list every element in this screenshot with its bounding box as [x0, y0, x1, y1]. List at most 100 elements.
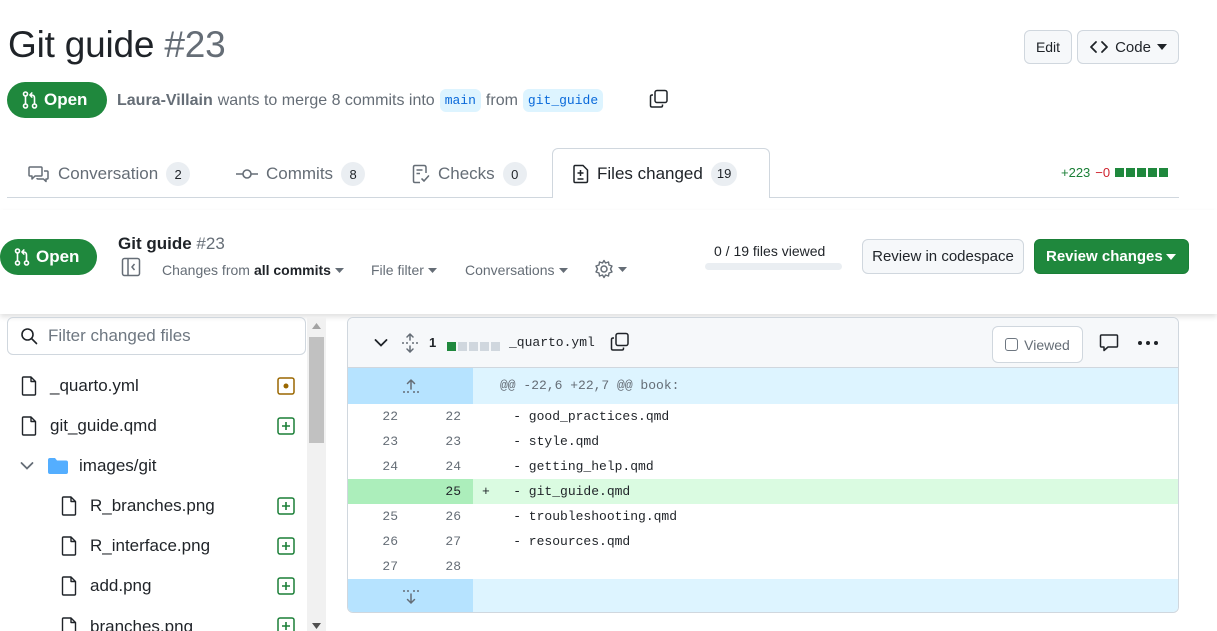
viewed-checkbox[interactable]: Viewed: [992, 326, 1083, 363]
pr-state-label: Open: [44, 90, 88, 109]
old-line-number[interactable]: 23: [358, 429, 398, 454]
conversations-dropdown[interactable]: Conversations: [465, 262, 568, 278]
old-line-number[interactable]: 24: [358, 454, 398, 479]
caret-down-icon: [427, 267, 437, 273]
tab-files-changed[interactable]: Files changed 19: [552, 148, 770, 198]
diff-line: 24 24 - getting_help.qmd: [348, 454, 1178, 479]
caret-down-icon: [334, 267, 344, 273]
diff-file-name[interactable]: _quarto.yml: [509, 335, 595, 350]
tree-item-r-interface-png[interactable]: R_interface.png: [0, 526, 305, 566]
diffstat: +223 −0: [1061, 165, 1170, 180]
file-diff-icon: [573, 164, 589, 183]
new-line-number[interactable]: 24: [421, 454, 461, 479]
comment-discussion-icon: [28, 166, 49, 183]
merge-text: wants to merge 8 commits into: [217, 91, 435, 109]
caret-down-icon: [618, 266, 627, 272]
tab-checks-counter: 0: [502, 162, 527, 186]
new-line-number[interactable]: 23: [421, 429, 461, 454]
old-line-number[interactable]: 22: [358, 404, 398, 429]
code-button[interactable]: Code: [1077, 30, 1179, 64]
tree-item-label: R_branches.png: [90, 496, 215, 515]
viewed-label: Viewed: [1024, 336, 1070, 353]
tree-item-git-guide-qmd[interactable]: git_guide.qmd: [0, 406, 305, 446]
unfold-icon[interactable]: [401, 333, 419, 353]
author-link[interactable]: Laura-Villain: [117, 92, 213, 110]
expand-down-button[interactable]: [348, 579, 473, 612]
file-tree-scroll-thumb[interactable]: [309, 337, 324, 443]
base-branch[interactable]: main: [439, 89, 481, 112]
edit-button-label: Edit: [1035, 39, 1061, 55]
new-line-number[interactable]: 28: [421, 554, 461, 579]
old-line-number[interactable]: [358, 479, 398, 504]
new-line-number[interactable]: 22: [421, 404, 461, 429]
file-added-icon: [277, 617, 295, 631]
new-line-number[interactable]: 25: [421, 479, 461, 504]
copy-icon[interactable]: [610, 332, 630, 352]
filter-files-input[interactable]: [48, 326, 288, 346]
chevron-down-icon[interactable]: [374, 338, 388, 348]
tab-checks[interactable]: Checks 0: [412, 149, 527, 199]
checkbox-box[interactable]: [1005, 338, 1019, 351]
folder-icon: [48, 458, 68, 474]
scroll-up-arrow-icon[interactable]: [312, 323, 321, 329]
code-icon: [1090, 41, 1108, 53]
diff-settings-dropdown[interactable]: [594, 259, 627, 279]
changes-from-value: all commits: [253, 262, 331, 278]
tree-item-branches-png[interactable]: branches.png: [0, 606, 305, 631]
file-added-icon: [277, 497, 295, 515]
old-line-number[interactable]: 27: [358, 554, 398, 579]
fold-up-icon: [402, 378, 419, 393]
diff-line: 26 27 - resources.qmd: [348, 529, 1178, 554]
tab-commits[interactable]: Commits 8: [236, 149, 366, 199]
copy-icon[interactable]: [649, 89, 669, 109]
tree-item-label: add.png: [90, 576, 152, 595]
head-branch[interactable]: git_guide: [522, 89, 604, 112]
additions-count: +223: [1061, 165, 1091, 180]
sidebar-toggle-icon[interactable]: [121, 257, 141, 277]
changes-from-dropdown[interactable]: Changes from all commits: [162, 262, 344, 278]
hunk-header: @@ -22,6 +22,7 @@ book:: [348, 368, 1178, 404]
edit-button[interactable]: Edit: [1024, 30, 1072, 64]
review-changes-button[interactable]: Review changes: [1034, 239, 1189, 274]
tab-commits-label: Commits: [266, 164, 334, 183]
review-changes-label: Review changes: [1046, 248, 1163, 265]
file-modified-icon: [277, 377, 295, 395]
conversations-label: Conversations: [465, 262, 555, 278]
diff-line-added: 25 + - git_guide.qmd: [348, 479, 1178, 504]
scroll-down-arrow-icon[interactable]: [312, 623, 321, 629]
tab-conversation[interactable]: Conversation 2: [28, 149, 191, 199]
old-line-number[interactable]: 26: [358, 529, 398, 554]
file-icon: [61, 496, 77, 516]
file-filter-dropdown[interactable]: File filter: [371, 262, 437, 278]
gear-icon: [595, 259, 613, 279]
pr-title-text: Git guide: [8, 24, 155, 65]
tree-item-add-png[interactable]: add.png: [0, 566, 305, 606]
file-icon: [21, 376, 37, 396]
tree-folder-images-git[interactable]: images/git: [0, 446, 305, 486]
comment-icon[interactable]: [1099, 333, 1119, 353]
files-viewed-count: 0 / 19 files viewed: [714, 243, 826, 259]
diff-line: 23 23 - style.qmd: [348, 429, 1178, 454]
diff-line-code: - style.qmd: [482, 434, 600, 449]
pull-request-icon: [14, 248, 30, 266]
caret-down-icon: [1166, 253, 1176, 260]
sticky-title-text: Git guide: [118, 234, 192, 253]
tree-item-quarto-yml[interactable]: _quarto.yml: [0, 366, 305, 406]
pr-state-badge: Open: [7, 82, 107, 118]
tab-conversation-counter: 2: [166, 162, 191, 186]
old-line-number[interactable]: 25: [358, 504, 398, 529]
pr-title: Git guide #23: [8, 24, 226, 66]
tree-item-r-branches-png[interactable]: R_branches.png: [0, 486, 305, 526]
new-line-number[interactable]: 27: [421, 529, 461, 554]
diff-line-code: - resources.qmd: [482, 534, 631, 549]
tree-item-label: branches.png: [90, 617, 194, 631]
expand-up-button[interactable]: [348, 368, 473, 404]
new-line-number[interactable]: 26: [421, 504, 461, 529]
review-in-codespace-label: Review in codespace: [872, 248, 1014, 265]
diff-line-code: - getting_help.qmd: [482, 459, 654, 474]
filter-files-field[interactable]: [7, 317, 306, 355]
review-in-codespace-button[interactable]: Review in codespace: [862, 239, 1024, 274]
file-added-icon: [277, 537, 295, 555]
diff-line-code: - git_guide.qmd: [482, 484, 631, 499]
kebab-horizontal-icon[interactable]: [1137, 340, 1159, 346]
